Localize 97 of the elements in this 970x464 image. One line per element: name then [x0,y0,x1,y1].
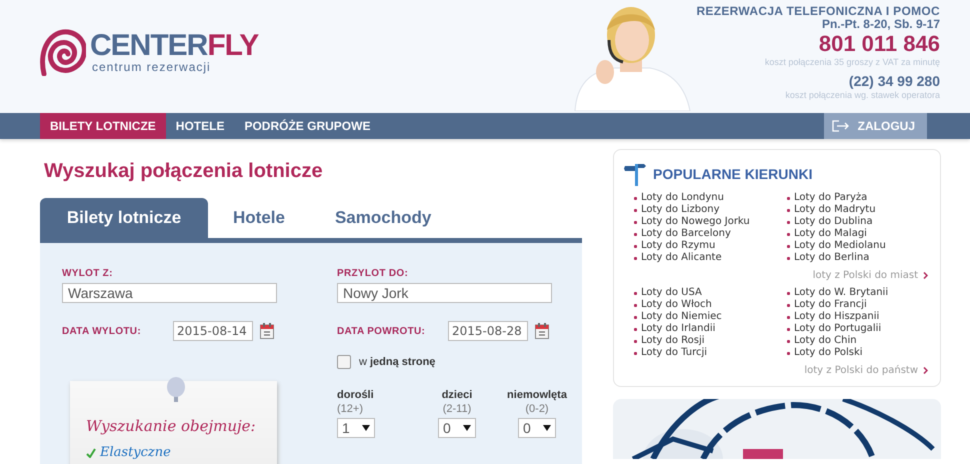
destination-link[interactable]: Loty do Niemiec [634,311,787,323]
bullet-icon [787,352,790,354]
bullet-icon [634,208,637,212]
calendar-icon[interactable] [535,323,549,339]
passenger-label: dorośli [337,389,374,401]
search-tab[interactable]: Hotele [208,198,310,238]
destination-link[interactable]: Loty do Paryża [787,192,940,204]
destination-link[interactable]: Loty do Londynu [634,192,787,204]
count-dropdown[interactable]: 0 [438,418,476,438]
search-tab[interactable]: Samochody [310,198,456,238]
age-range: (2-11) [442,403,472,415]
spiral-logo-icon [40,28,86,76]
bullet-icon [787,292,790,294]
destination-link[interactable]: Loty do Mediolanu [787,240,940,252]
checkbox-label: w jedną stronę [359,356,436,368]
signpost-icon [624,162,648,186]
bullet-icon [787,232,790,236]
passenger-label: niemowlęta [507,389,567,401]
phone-number: 801 011 846 [818,31,940,57]
bullet-icon [787,328,790,330]
nav-item[interactable]: PODRÓŻE GRUPOWE [234,113,380,139]
destination-link[interactable]: Loty do Barcelony [634,228,787,240]
destination-link[interactable]: Loty do Irlandii [634,323,787,335]
logo-wordmark: CENTERFLY [90,31,258,61]
call-cost-note: koszt połączenia wg. stawek operatora [785,90,940,101]
logout-icon [832,120,850,132]
checkbox[interactable] [337,355,351,369]
destination-link[interactable]: Loty do Nowego Jorku [634,216,787,228]
bullet-icon [634,340,637,342]
bullet-icon [634,232,637,236]
bullet-icon [634,256,637,260]
field-label: DATA POWROTU: [337,326,426,336]
bullet-icon [787,196,790,200]
page-title: Wyszukaj połączenia lotnicze [44,160,324,183]
bullet-icon [787,316,790,318]
bullet-icon [634,196,637,200]
phone-number: (22) 34 99 280 [848,72,940,90]
call-cost-note: koszt połączenia 35 groszy z VAT za minutę [764,57,940,68]
count-dropdown[interactable]: 1 [337,418,375,438]
bullet-icon [787,256,790,260]
bullet-icon [634,328,637,330]
calendar-icon[interactable] [260,323,274,339]
bullet-icon [787,340,790,342]
bullet-icon [634,304,637,306]
destination-field[interactable]: Nowy Jork [337,283,552,303]
destination-link[interactable]: Loty do Włoch [634,299,787,311]
destination-link[interactable]: Loty do Francji [787,299,940,311]
destination-link[interactable]: Loty do Rosji [634,335,787,347]
destination-link[interactable]: Loty do Madrytu [787,204,940,216]
chevron-icon [923,367,928,374]
bullet-icon [634,316,637,318]
field-label: PRZYLOT DO: [337,268,410,279]
opening-hours: Pn.-Pt. 8-20, Sb. 9-17 [822,18,940,31]
bullet-icon [634,220,637,224]
note-item: Elastyczne [100,445,171,460]
search-tab[interactable]: Bilety lotnicze [40,198,208,238]
note-title: Wyszukanie obejmuje: [86,417,257,435]
bullet-icon [787,220,790,224]
nav-item[interactable]: HOTELE [166,113,234,139]
check-icon [86,448,96,458]
age-range: (0-2) [525,403,549,415]
destination-link[interactable]: Loty do Alicante [634,252,787,264]
date-field[interactable]: 2015-08-28 [448,321,528,341]
age-range: (12+) [337,403,363,415]
count-dropdown[interactable]: 0 [518,418,556,438]
destination-link[interactable]: Loty do Lizbony [634,204,787,216]
destination-link[interactable]: Loty do Chin [787,335,940,347]
bullet-icon [787,208,790,212]
field-label: WYLOT Z: [62,268,114,279]
contact-heading: REZERWACJA TELEFONICZNA I POMOC [696,5,940,18]
destination-link[interactable]: Loty do Hiszpanii [787,311,940,323]
destination-link[interactable]: Loty do W. Brytanii [787,287,940,299]
destination-link[interactable]: Loty do Turcji [634,347,787,359]
caret-icon [543,425,551,431]
bullet-icon [634,352,637,354]
bullet-icon [787,304,790,306]
logo-tagline: centrum rezerwacji [92,61,212,73]
destination-link[interactable]: Loty do USA [634,287,787,299]
bullet-icon [634,244,637,248]
destination-link[interactable]: Loty do Dublina [787,216,940,228]
bullet-icon [634,292,637,294]
section-title: POPULARNE KIERUNKI [653,166,812,182]
caret-icon [463,425,471,431]
destination-link[interactable]: Loty do Berlina [787,252,940,264]
chevron-icon [923,272,928,279]
passenger-label: dzieci [442,389,472,401]
field-label: DATA WYLOTU: [62,326,142,336]
destination-link[interactable]: Loty do Portugalii [787,323,940,335]
date-field[interactable]: 2015-08-14 [173,321,253,341]
origin-field[interactable]: Warszawa [62,283,277,303]
caret-icon [362,425,370,431]
destination-link[interactable]: Loty do Malagi [787,228,940,240]
nav-item[interactable]: BILETY LOTNICZE [40,113,166,139]
bullet-icon [787,244,790,248]
pushpin-icon [165,376,187,404]
destination-link[interactable]: Loty do Polski [787,347,940,359]
destination-link[interactable]: Loty do Rzymu [634,240,787,252]
